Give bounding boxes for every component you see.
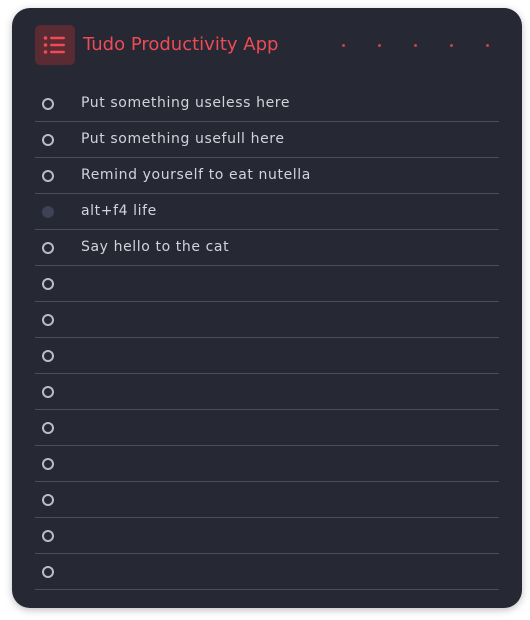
- unchecked-circle-icon[interactable]: [42, 314, 54, 326]
- unchecked-circle-icon[interactable]: [42, 170, 54, 182]
- unchecked-circle-icon[interactable]: [42, 98, 54, 110]
- decor-dot: [450, 44, 453, 47]
- unchecked-circle-icon[interactable]: [42, 386, 54, 398]
- unchecked-circle-icon[interactable]: [42, 458, 54, 470]
- checked-circle-icon[interactable]: [42, 206, 54, 218]
- header-decor-dots: [342, 44, 502, 48]
- unchecked-circle-icon[interactable]: [42, 566, 54, 578]
- todo-text[interactable]: alt+f4 life: [81, 203, 157, 219]
- decor-dot: [414, 44, 417, 47]
- todo-item[interactable]: [35, 338, 499, 374]
- todo-item[interactable]: [35, 302, 499, 338]
- unchecked-circle-icon[interactable]: [42, 242, 54, 254]
- todo-text[interactable]: Remind yourself to eat nutella: [81, 167, 311, 183]
- todo-item[interactable]: [35, 410, 499, 446]
- unchecked-circle-icon[interactable]: [42, 422, 54, 434]
- unchecked-circle-icon[interactable]: [42, 350, 54, 362]
- menu-button[interactable]: [35, 25, 75, 65]
- decor-dot: [378, 44, 381, 47]
- todo-text[interactable]: Put something useless here: [81, 95, 290, 111]
- todo-item[interactable]: Remind yourself to eat nutella: [35, 158, 499, 194]
- app-title: Tudo Productivity App: [83, 34, 279, 55]
- todo-item[interactable]: [35, 446, 499, 482]
- unchecked-circle-icon[interactable]: [42, 494, 54, 506]
- todo-item[interactable]: Put something usefull here: [35, 122, 499, 158]
- app-window: Tudo Productivity App Put something usel…: [12, 8, 522, 608]
- todo-item[interactable]: Say hello to the cat: [35, 230, 499, 266]
- todo-list: Put something useless here Put something …: [35, 86, 499, 590]
- decor-dot: [486, 44, 489, 47]
- unchecked-circle-icon[interactable]: [42, 278, 54, 290]
- todo-item[interactable]: [35, 374, 499, 410]
- todo-item[interactable]: alt+f4 life: [35, 194, 499, 230]
- unchecked-circle-icon[interactable]: [42, 134, 54, 146]
- list-menu-icon: [43, 36, 65, 54]
- todo-text[interactable]: Say hello to the cat: [81, 239, 229, 255]
- todo-item[interactable]: [35, 482, 499, 518]
- app-header: Tudo Productivity App: [35, 25, 505, 65]
- todo-item[interactable]: [35, 554, 499, 590]
- unchecked-circle-icon[interactable]: [42, 530, 54, 542]
- todo-item[interactable]: [35, 518, 499, 554]
- todo-item[interactable]: Put something useless here: [35, 86, 499, 122]
- todo-item[interactable]: [35, 266, 499, 302]
- todo-text[interactable]: Put something usefull here: [81, 131, 285, 147]
- decor-dot: [342, 44, 345, 47]
